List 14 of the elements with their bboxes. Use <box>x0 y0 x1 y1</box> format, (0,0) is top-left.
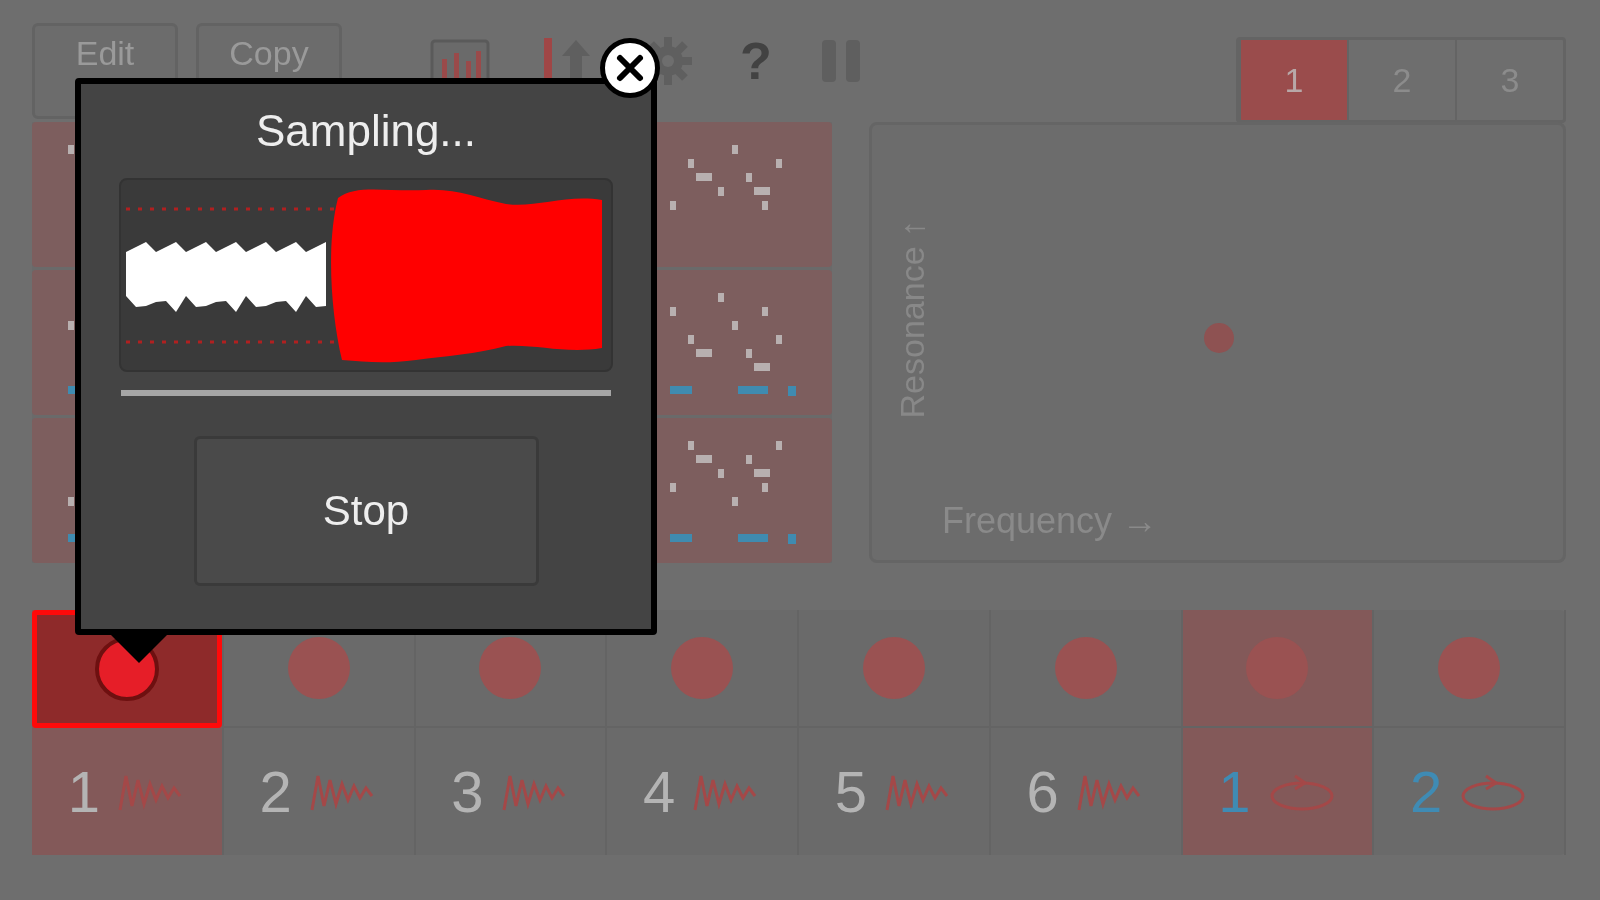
pad-number: 5 <box>834 758 867 825</box>
pad-number: 3 <box>451 758 484 825</box>
pad-number: 4 <box>643 758 676 825</box>
position-dot[interactable] <box>1204 323 1234 353</box>
close-icon <box>615 53 645 83</box>
pad-number: 1 <box>1218 758 1251 825</box>
bank-tab[interactable]: 1 <box>1239 40 1347 120</box>
close-button[interactable] <box>600 38 660 98</box>
pad-number: 2 <box>1410 758 1443 825</box>
pad-number: 6 <box>1026 758 1059 825</box>
pad-number: 1 <box>67 758 100 825</box>
stop-button[interactable]: Stop <box>193 436 539 586</box>
help-icon[interactable]: ? <box>740 35 772 87</box>
pad-number: 2 <box>259 758 292 825</box>
